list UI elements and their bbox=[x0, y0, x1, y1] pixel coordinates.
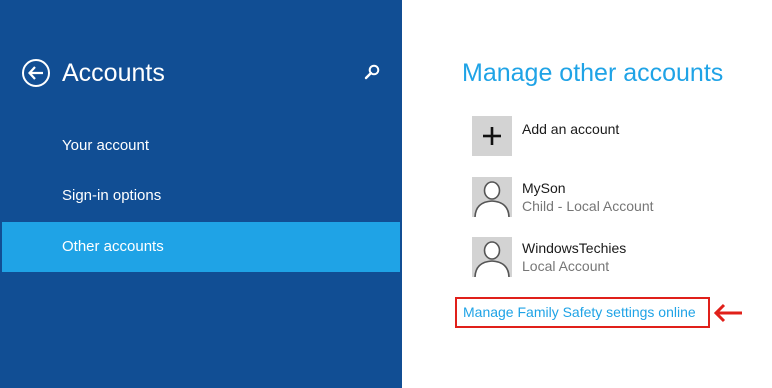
plus-icon bbox=[483, 127, 501, 145]
search-icon bbox=[364, 64, 380, 80]
manage-family-safety-link[interactable]: Manage Family Safety settings online bbox=[455, 297, 710, 328]
sidebar-item-sign-in-options[interactable]: Sign-in options bbox=[2, 171, 400, 221]
avatar bbox=[472, 177, 512, 217]
sidebar-item-your-account[interactable]: Your account bbox=[2, 121, 400, 171]
page-title: Accounts bbox=[62, 59, 165, 87]
sidebar-item-other-accounts[interactable]: Other accounts bbox=[2, 222, 400, 272]
account-name: WindowsTechies bbox=[522, 240, 627, 256]
search-button[interactable] bbox=[362, 62, 382, 82]
account-type: Child - Local Account bbox=[522, 198, 654, 214]
user-avatar-icon bbox=[472, 177, 512, 217]
user-avatar-icon bbox=[472, 237, 512, 277]
add-account-button[interactable]: Add an account bbox=[472, 116, 732, 160]
account-item-myson[interactable]: MySon Child - Local Account bbox=[472, 177, 732, 221]
back-button[interactable] bbox=[22, 59, 50, 87]
account-name: MySon bbox=[522, 180, 566, 196]
sidebar-item-label: Other accounts bbox=[62, 238, 164, 255]
red-arrow-annotation-icon bbox=[714, 303, 742, 323]
sidebar-item-label: Your account bbox=[62, 137, 150, 154]
add-account-tile bbox=[472, 116, 512, 156]
sidebar: Accounts Your account Sign-in options Ot… bbox=[0, 0, 402, 388]
add-account-label: Add an account bbox=[522, 121, 620, 137]
account-type: Local Account bbox=[522, 258, 610, 274]
section-title: Manage other accounts bbox=[462, 59, 724, 87]
back-arrow-icon bbox=[28, 66, 43, 80]
sidebar-item-label: Sign-in options bbox=[62, 187, 162, 204]
avatar bbox=[472, 237, 512, 277]
account-item-windowstechies[interactable]: WindowsTechies Local Account bbox=[472, 237, 732, 281]
